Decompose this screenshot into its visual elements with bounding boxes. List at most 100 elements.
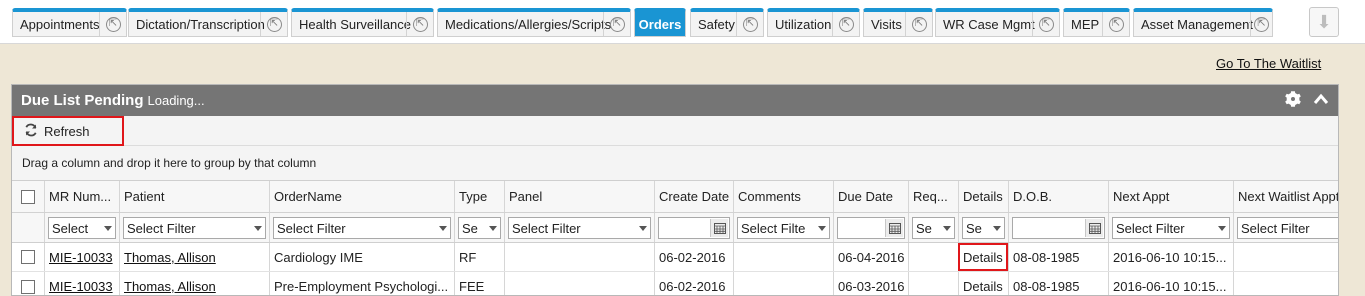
select-all-checkbox[interactable]: [21, 189, 35, 204]
popout-button[interactable]: ⇱: [99, 12, 126, 36]
mr-number-cell: MIE-10033: [44, 243, 119, 271]
table-row[interactable]: MIE-10033 Thomas, Allison Pre-Employment…: [12, 272, 1338, 295]
col-header-due-date[interactable]: Due Date: [833, 181, 908, 212]
filter-spacer: [12, 213, 44, 242]
filter-value: Select Filter: [1241, 220, 1310, 236]
dropdown-arrow-icon: [104, 226, 112, 231]
next-appt-filter-select[interactable]: Select Filter: [1112, 217, 1230, 239]
refresh-button[interactable]: Refresh: [12, 116, 124, 146]
header-select-all[interactable]: [12, 181, 44, 212]
patient-link[interactable]: Thomas, Allison: [124, 279, 216, 294]
popout-button[interactable]: ⇱: [1032, 12, 1059, 36]
patient-cell: Thomas, Allison: [119, 272, 269, 295]
panel-title: Due List Pending: [21, 92, 144, 109]
popout-icon: ⇱: [105, 16, 121, 32]
popout-button[interactable]: ⇱: [260, 12, 287, 36]
popout-button[interactable]: ⇱: [1250, 12, 1272, 36]
col-header-panel[interactable]: Panel: [504, 181, 654, 212]
next-appt-cell: 2016-06-10 10:15...: [1108, 272, 1233, 295]
panel-cell: [504, 243, 654, 271]
popout-icon: ⇱: [911, 16, 927, 32]
mr-number-link[interactable]: MIE-10033: [49, 279, 113, 294]
type-filter-select[interactable]: Se: [458, 217, 501, 239]
details-link[interactable]: Details: [958, 272, 1008, 295]
tab-label: Dictation/Transcription: [136, 16, 265, 32]
tab-health-surveillance[interactable]: Health Surveillance ⇱: [291, 8, 434, 37]
popout-button[interactable]: ⇱: [905, 12, 932, 36]
patient-link[interactable]: Thomas, Allison: [124, 250, 216, 265]
row-select-cell: [12, 272, 44, 295]
req-filter-select[interactable]: Se: [912, 217, 955, 239]
col-header-mr-number[interactable]: MR Num...: [44, 181, 119, 212]
tab-label: MEP: [1071, 16, 1100, 32]
popout-button[interactable]: ⇱: [603, 12, 630, 36]
ordername-cell: Cardiology IME: [269, 243, 454, 271]
panel-filter-select[interactable]: Select Filter: [508, 217, 651, 239]
scroll-down-button[interactable]: ⬇: [1309, 7, 1339, 37]
dob-filter-input[interactable]: [1012, 217, 1105, 239]
col-header-next-appt[interactable]: Next Appt: [1108, 181, 1233, 212]
comments-filter-select[interactable]: Select Filte: [737, 217, 830, 239]
ordername-filter-select[interactable]: Select Filter: [273, 217, 451, 239]
tab-dictation-transcription[interactable]: Dictation/Transcription ⇱: [128, 8, 288, 37]
popout-button[interactable]: ⇱: [1102, 12, 1129, 36]
popout-icon: ⇱: [1038, 16, 1054, 32]
dropdown-arrow-icon: [993, 226, 1001, 231]
tab-utilization[interactable]: Utilization ⇱: [767, 8, 860, 37]
tab-label: WR Case Mgmt: [943, 16, 1035, 32]
arrow-down-icon: ⬇: [1316, 11, 1332, 32]
col-header-ordername[interactable]: OrderName: [269, 181, 454, 212]
create-date-filter-input[interactable]: [658, 217, 730, 239]
req-cell: [908, 272, 958, 295]
tab-label: Medications/Allergies/Scripts: [445, 16, 612, 32]
col-header-create-date[interactable]: Create Date: [654, 181, 733, 212]
collapse-chevron-up-icon[interactable]: [1313, 93, 1329, 108]
col-header-req[interactable]: Req...: [908, 181, 958, 212]
popout-icon: ⇱: [609, 16, 625, 32]
patient-filter-select[interactable]: Select Filter: [123, 217, 266, 239]
filter-cell: [1008, 213, 1108, 242]
due-date-cell: 06-03-2016: [833, 272, 908, 295]
col-header-dob[interactable]: D.O.B.: [1008, 181, 1108, 212]
tab-orders[interactable]: Orders: [634, 8, 686, 37]
type-cell: FEE: [454, 272, 504, 295]
panel-cell: [504, 272, 654, 295]
popout-button[interactable]: ⇱: [832, 12, 859, 36]
tab-visits[interactable]: Visits ⇱: [863, 8, 933, 37]
tab-medications-allergies-scripts[interactable]: Medications/Allergies/Scripts ⇱: [437, 8, 631, 37]
details-link[interactable]: Details: [958, 243, 1008, 271]
tab-asset-management[interactable]: Asset Management ⇱: [1133, 8, 1273, 37]
filter-cell: Select: [44, 213, 119, 242]
col-header-next-waitlist-appt[interactable]: Next Waitlist Appt: [1233, 181, 1338, 212]
filter-value: Select Filter: [127, 220, 196, 236]
row-checkbox[interactable]: [21, 279, 35, 294]
mr-number-link[interactable]: MIE-10033: [49, 250, 113, 265]
tab-wr-case-mgmt[interactable]: WR Case Mgmt ⇱: [935, 8, 1060, 37]
module-tab-bar: Appointments ⇱ Dictation/Transcription ⇱…: [0, 0, 1365, 44]
tab-mep[interactable]: MEP ⇱: [1063, 8, 1130, 37]
gear-icon[interactable]: [1285, 91, 1301, 110]
popout-button[interactable]: ⇱: [736, 12, 763, 36]
group-drop-zone[interactable]: Drag a column and drop it here to group …: [12, 146, 1338, 181]
table-row[interactable]: MIE-10033 Thomas, Allison Cardiology IME…: [12, 243, 1338, 272]
go-to-waitlist-link[interactable]: Go To The Waitlist: [1216, 56, 1321, 71]
tab-appointments[interactable]: Appointments ⇱: [12, 8, 127, 37]
calendar-icon[interactable]: [885, 219, 903, 237]
col-header-patient[interactable]: Patient: [119, 181, 269, 212]
grid-header-row: MR Num... Patient OrderName Type Panel C…: [12, 181, 1338, 213]
filter-value: Select Filte: [741, 220, 806, 236]
row-checkbox[interactable]: [21, 250, 35, 264]
due-date-filter-input[interactable]: [837, 217, 905, 239]
col-header-details[interactable]: Details: [958, 181, 1008, 212]
calendar-icon[interactable]: [710, 219, 728, 237]
filter-value: Select Filter: [1116, 220, 1185, 236]
popout-button[interactable]: ⇱: [406, 12, 433, 36]
col-header-comments[interactable]: Comments: [733, 181, 833, 212]
details-filter-select[interactable]: Se: [962, 217, 1005, 239]
mr-number-filter-select[interactable]: Select: [48, 217, 116, 239]
next-waitlist-filter-select[interactable]: Select Filter: [1237, 217, 1338, 239]
tab-safety[interactable]: Safety ⇱: [690, 8, 764, 37]
filter-cell: Select Filte: [733, 213, 833, 242]
col-header-type[interactable]: Type: [454, 181, 504, 212]
calendar-icon[interactable]: [1085, 219, 1103, 237]
